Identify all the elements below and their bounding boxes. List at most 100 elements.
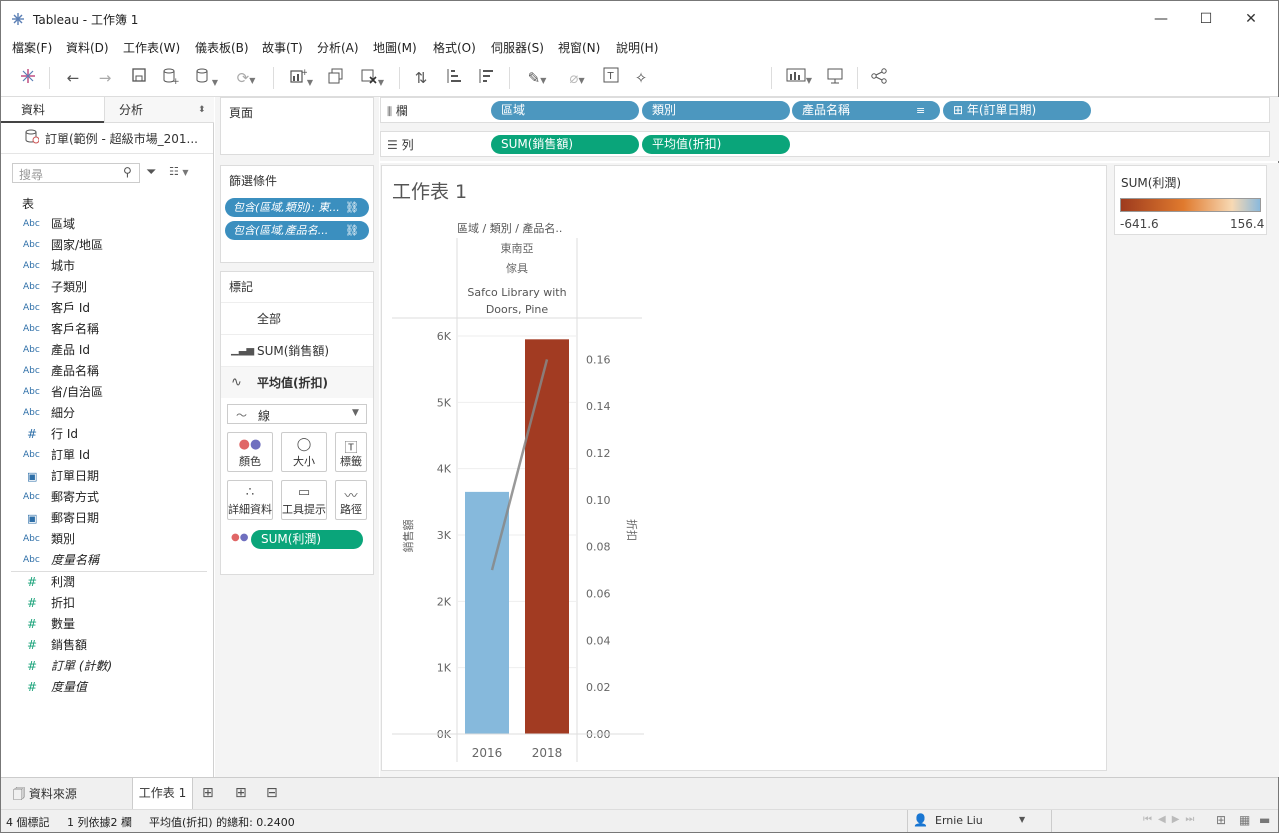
dimension-field[interactable]: Abc 細分 (1, 403, 213, 424)
dimension-field[interactable]: Abc 區域 (1, 214, 213, 235)
user-menu[interactable]: 👤 Ernie Liu ▼ (913, 813, 1033, 830)
label-button[interactable]: 🅃 標籤 (335, 432, 367, 472)
menu-data[interactable]: 資料(D) (66, 39, 109, 56)
menu-worksheet[interactable]: 工作表(W) (123, 39, 180, 56)
pin-axes-icon[interactable]: ✧ (629, 67, 653, 89)
measure-field[interactable]: # 數量 (1, 614, 213, 635)
new-dashboard-tab-icon[interactable]: ⊞ (235, 785, 247, 801)
tab-data[interactable]: 資料 (1, 97, 104, 123)
tab-datasource[interactable]: 🗍 資料來源 (13, 785, 77, 806)
maximize-button[interactable]: ☐ (1183, 7, 1229, 31)
swap-rows-columns-icon[interactable]: ⇅ (409, 67, 433, 89)
worksheet-canvas[interactable]: 工作表 1 區域 / 類別 / 產品名.. 東南亞 傢具 Safco Libra… (381, 165, 1107, 771)
column-pill-product-name[interactable]: 產品名稱 ≡ (792, 101, 940, 120)
header-region[interactable]: 東南亞 (501, 242, 534, 255)
marks-tab-sum-sales[interactable]: ▁▃▅ SUM(銷售額) (221, 334, 373, 366)
tooltip-button[interactable]: ▭ 工具提示 (281, 480, 327, 520)
menu-server[interactable]: 伺服器(S) (491, 39, 544, 56)
redo-icon[interactable]: → (93, 67, 117, 89)
row-pill-avg-discount[interactable]: 平均值(折扣) (642, 135, 790, 154)
dimension-field[interactable]: Abc 訂單 Id (1, 445, 213, 466)
dimension-field[interactable]: Abc 客戶名稱 (1, 319, 213, 340)
color-legend[interactable]: SUM(利潤) -641.6 156.4 (1114, 165, 1267, 235)
tab-analysis[interactable]: 分析 ⬍ (104, 97, 214, 123)
share-icon[interactable] (867, 67, 891, 89)
dimension-field[interactable]: Abc 城市 (1, 256, 213, 277)
highlight-icon[interactable]: ✎▼ (519, 67, 555, 89)
filter-pill-region-category[interactable]: 包含(區域,類別): 東... ⛓ (225, 198, 369, 217)
size-button[interactable]: ◯ 大小 (281, 432, 327, 472)
save-icon[interactable] (127, 67, 151, 89)
undo-icon[interactable]: ← (61, 67, 85, 89)
marks-tab-all[interactable]: 全部 (221, 302, 373, 334)
menu-dashboard[interactable]: 儀表板(B) (195, 39, 249, 56)
menu-window[interactable]: 視窗(N) (558, 39, 600, 56)
presentation-mode-icon[interactable] (823, 67, 847, 89)
sort-ascending-icon[interactable] (441, 67, 465, 89)
column-pill-category[interactable]: 類別 (642, 101, 790, 120)
column-pill-region[interactable]: 區域 (491, 101, 639, 120)
minimize-button[interactable]: — (1138, 7, 1184, 31)
dimension-field[interactable]: ▣ 訂單日期 (1, 466, 213, 487)
header-category[interactable]: 傢具 (506, 262, 528, 275)
new-worksheet-tab-icon[interactable]: ⊞ (202, 785, 214, 801)
clear-sheet-icon[interactable]: ▼ (353, 67, 391, 89)
view-options-icon[interactable]: ☷ ▼ (169, 165, 189, 178)
row-pill-sum-sales[interactable]: SUM(銷售額) (491, 135, 639, 154)
measure-field[interactable]: # 利潤 (1, 572, 213, 593)
pause-updates-icon[interactable]: ▼ (189, 67, 223, 89)
datasource-item[interactable]: 訂單(範例 - 超級市場_201... (1, 125, 213, 149)
menu-story[interactable]: 故事(T) (262, 39, 303, 56)
close-button[interactable]: ✕ (1228, 7, 1274, 31)
columns-shelf[interactable]: ⫼ 欄 區域 類別 產品名稱 ≡ ⊞ 年(訂單日期) (380, 97, 1270, 123)
new-datasource-icon[interactable]: + (158, 67, 182, 89)
search-input[interactable]: 搜尋 (19, 166, 43, 183)
marks-tab-avg-discount[interactable]: ∿ 平均值(折扣) (221, 366, 373, 398)
new-story-tab-icon[interactable]: ⊟ (266, 785, 278, 801)
new-worksheet-icon[interactable]: + ▼ (283, 67, 319, 89)
filmstrip-icon[interactable]: ▦ (1239, 813, 1250, 827)
tableau-home-icon[interactable] (17, 67, 39, 89)
show-mark-labels-icon[interactable]: T (599, 67, 623, 89)
dimension-field[interactable]: Abc 度量名稱 (1, 550, 213, 571)
measure-field[interactable]: # 折扣 (1, 593, 213, 614)
measure-field[interactable]: # 銷售額 (1, 635, 213, 656)
tabs-icon[interactable]: ▬ (1259, 813, 1270, 827)
dimension-field[interactable]: Abc 產品名稱 (1, 361, 213, 382)
measure-field[interactable]: # 度量值 (1, 677, 213, 698)
dimension-field[interactable]: ▣ 郵寄日期 (1, 508, 213, 529)
menu-analysis[interactable]: 分析(A) (317, 39, 359, 56)
tab-sheet1[interactable]: 工作表 1 (132, 778, 193, 809)
filters-card[interactable]: 篩選條件 包含(區域,類別): 東... ⛓ 包含(區域,產品名... ⛓ (220, 165, 374, 263)
menu-file[interactable]: 檔案(F) (12, 39, 52, 56)
group-members-icon[interactable]: ⌀▼ (559, 67, 595, 89)
refresh-icon[interactable]: ⟳▼ (227, 67, 265, 89)
duplicate-sheet-icon[interactable] (325, 67, 347, 89)
color-pill-sum-profit[interactable]: SUM(利潤) (251, 530, 363, 549)
header-product-line1[interactable]: Safco Library with (467, 286, 566, 299)
mark-type-select[interactable]: 〜 線 ▼ (227, 404, 367, 424)
menu-map[interactable]: 地圖(M) (373, 39, 417, 56)
show-me-chart-icon[interactable]: ▼ (781, 67, 817, 89)
filter-pill-region-product[interactable]: 包含(區域,產品名... ⛓ (225, 221, 369, 240)
pages-card[interactable]: 頁面 (220, 97, 374, 155)
dimension-field[interactable]: Abc 子類別 (1, 277, 213, 298)
search-box[interactable]: 搜尋 ⚲ (12, 163, 140, 183)
color-button[interactable]: ●● 顏色 (227, 432, 273, 472)
filter-icon[interactable]: ⏷ (146, 165, 156, 180)
menu-help[interactable]: 說明(H) (616, 39, 658, 56)
dimension-field[interactable]: Abc 國家/地區 (1, 235, 213, 256)
sheet-sorter-icon[interactable]: ⊞ (1216, 813, 1226, 827)
dimension-field[interactable]: Abc 產品 Id (1, 340, 213, 361)
dimension-field[interactable]: Abc 省/自治區 (1, 382, 213, 403)
dimension-field[interactable]: Abc 客戶 Id (1, 298, 213, 319)
menu-format[interactable]: 格式(O) (433, 39, 476, 56)
rows-shelf[interactable]: ☰ 列 SUM(銷售額) 平均值(折扣) (380, 131, 1270, 157)
column-pill-year-order-date[interactable]: ⊞ 年(訂單日期) (943, 101, 1091, 120)
measure-field[interactable]: # 訂單 (計數) (1, 656, 213, 677)
dimension-field[interactable]: Abc 郵寄方式 (1, 487, 213, 508)
path-button[interactable]: 〰路徑 (335, 480, 367, 520)
header-product-line2[interactable]: Doors, Pine (486, 303, 549, 316)
bar-2018[interactable] (525, 339, 569, 734)
detail-button[interactable]: ∴ 詳細資料 (227, 480, 273, 520)
